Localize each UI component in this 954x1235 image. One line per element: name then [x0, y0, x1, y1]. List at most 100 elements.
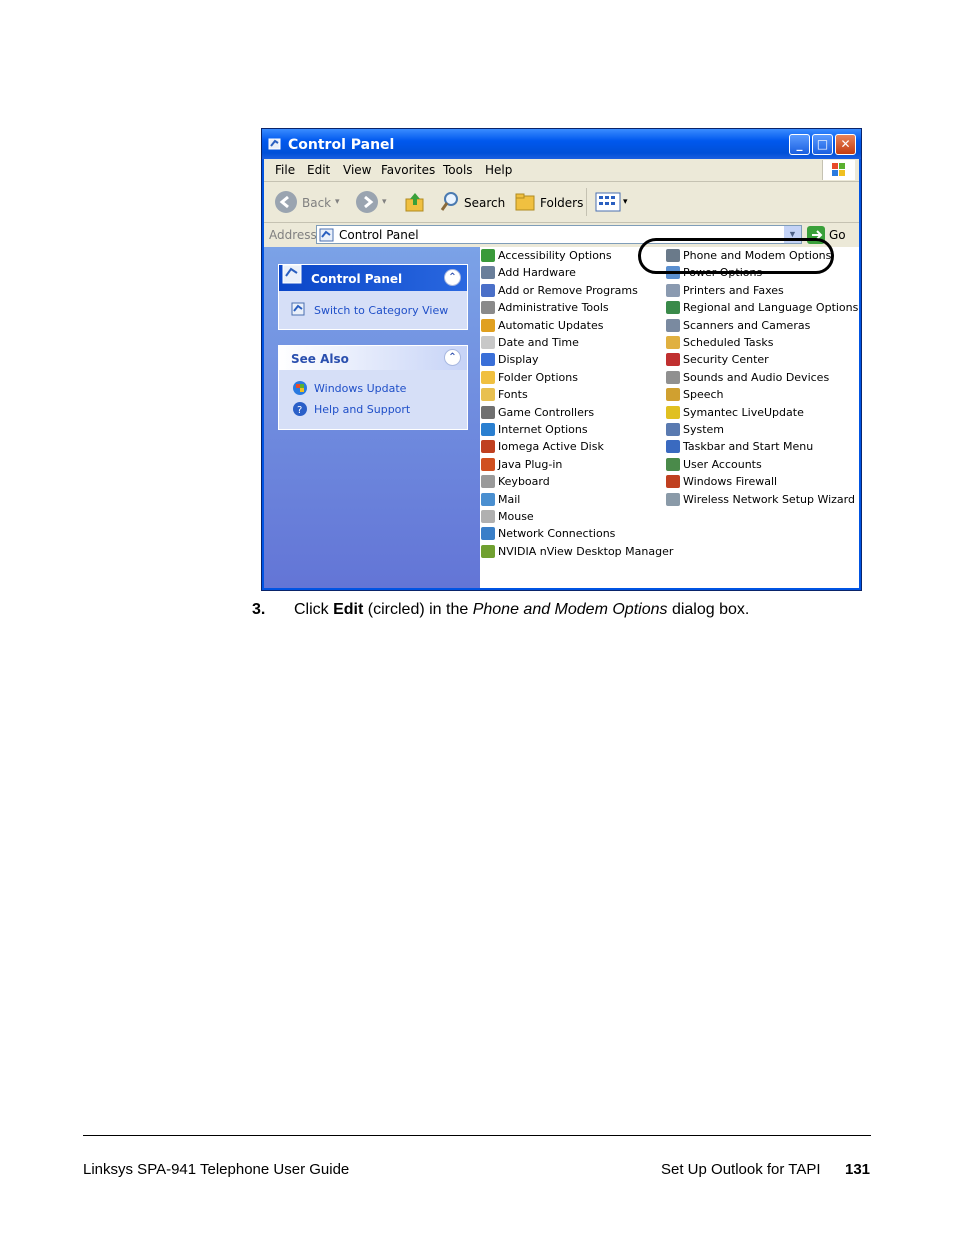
views-icon[interactable]	[595, 192, 623, 212]
control-panel-item-label: Scanners and Cameras	[683, 318, 811, 332]
control-panel-large-icon	[282, 264, 302, 284]
collapse-chevron-icon[interactable]: ⌃	[444, 349, 461, 366]
back-dropdown-icon[interactable]: ▾	[335, 197, 340, 207]
folders-icon[interactable]	[514, 192, 536, 212]
nvidia-icon	[481, 544, 495, 558]
windows-update-link[interactable]: Windows Update	[314, 382, 406, 395]
keyboard-icon	[481, 475, 495, 489]
search-icon[interactable]	[440, 191, 460, 213]
svg-text:?: ?	[297, 405, 302, 416]
page-number: 131	[845, 1161, 871, 1178]
wireless-icon	[666, 492, 680, 506]
control-panel-item-label: Display	[498, 353, 539, 367]
control-panel-icon	[319, 228, 334, 242]
hardware-icon	[481, 266, 495, 280]
tasks-icon	[666, 336, 680, 349]
display-icon	[481, 353, 495, 367]
control-panel-item-label: Mail	[498, 492, 521, 506]
footer-section-title: Set Up Outlook for TAPI	[661, 1161, 821, 1178]
network-icon	[481, 527, 495, 541]
help-icon: ?	[293, 402, 307, 416]
control-panel-item-label: Network Connections	[498, 527, 616, 541]
speech-icon	[666, 388, 680, 402]
menu-bar: File Edit View Favorites Tools Help	[264, 159, 859, 182]
close-button[interactable]: ✕	[835, 134, 856, 155]
control-panel-item-label: NVIDIA nView Desktop Manager	[498, 544, 674, 558]
menu-view[interactable]: View	[343, 163, 371, 177]
step-text-italic: Phone and Modem Options	[472, 601, 668, 618]
forward-dropdown-icon[interactable]: ▾	[382, 197, 387, 207]
control-panel-item-label: Accessibility Options	[498, 249, 612, 262]
control-panel-item-label: System	[683, 423, 725, 436]
see-also-section: See Also ⌃ Windows Update ? Help and Sup…	[278, 345, 468, 430]
scanner-icon	[666, 318, 680, 332]
admin-tools-icon	[481, 301, 495, 315]
title-bar[interactable]: Control Panel _ □ ✕	[262, 129, 861, 159]
toolbar: Back ▾ ▾ Search Folders ▾	[264, 182, 859, 223]
control-panel-item-label: Java Plug-in	[498, 457, 563, 471]
menu-file[interactable]: File	[275, 163, 295, 177]
step-text: Click Edit (circled) in the Phone and Mo…	[294, 601, 749, 619]
mail-icon	[481, 492, 495, 506]
speaker-icon	[666, 370, 680, 384]
highlight-circle	[638, 238, 834, 274]
menu-favorites[interactable]: Favorites	[381, 163, 435, 177]
search-button[interactable]: Search	[464, 196, 505, 210]
views-dropdown-icon[interactable]: ▾	[623, 197, 628, 207]
updates-icon	[481, 318, 495, 332]
category-view-icon	[291, 302, 305, 316]
menu-edit[interactable]: Edit	[307, 163, 330, 177]
taskbar-icon	[666, 440, 680, 454]
control-panel-item-label: Add or Remove Programs	[498, 283, 638, 297]
control-panel-item-label: Windows Firewall	[683, 475, 778, 489]
control-panel-item-label: Iomega Active Disk	[498, 440, 604, 454]
forward-arrow-icon[interactable]	[356, 191, 378, 213]
folders-button[interactable]: Folders	[540, 196, 583, 210]
step-number: 3.	[252, 601, 266, 618]
maximize-button[interactable]: □	[812, 134, 833, 155]
control-panel-item-label: Add Hardware	[498, 266, 576, 280]
system-icon	[666, 423, 680, 436]
users-icon	[666, 457, 680, 471]
go-button[interactable]: Go	[829, 228, 846, 242]
gamepad-icon	[481, 405, 495, 419]
globe-icon	[481, 423, 495, 436]
control-panel-item-label: Game Controllers	[498, 405, 595, 419]
minimize-button[interactable]: _	[789, 134, 810, 155]
control-panel-item-label: Keyboard	[498, 475, 550, 489]
control-panel-section: Control Panel ⌃ Switch to Category View	[278, 264, 468, 330]
control-panel-item-label: Speech	[683, 388, 724, 402]
control-panel-item-label: Folder Options	[498, 370, 578, 384]
control-panel-item-label: Date and Time	[498, 336, 579, 349]
back-button[interactable]: Back	[302, 196, 331, 210]
control-panel-item-label: Taskbar and Start Menu	[683, 440, 814, 454]
help-and-support-link[interactable]: Help and Support	[314, 403, 410, 416]
printer-icon	[666, 283, 680, 297]
menu-help[interactable]: Help	[485, 163, 512, 177]
collapse-chevron-icon[interactable]: ⌃	[444, 269, 461, 286]
control-panel-section-header: Control Panel ⌃	[279, 264, 467, 291]
control-panel-item-label: Sounds and Audio Devices	[683, 370, 830, 384]
see-also-header: See Also ⌃	[279, 346, 467, 370]
window-title: Control Panel	[288, 137, 395, 153]
see-also-title: See Also	[291, 352, 349, 366]
step-text-part: dialog box.	[667, 601, 750, 618]
footer-guide-title: Linksys SPA-941 Telephone User Guide	[83, 1161, 350, 1178]
control-panel-section-title: Control Panel	[311, 272, 403, 286]
control-panel-item-label: Scheduled Tasks	[683, 336, 774, 349]
shield-icon	[666, 353, 680, 367]
step-text-bold: Edit	[333, 601, 364, 618]
control-panel-item-label: Fonts	[498, 388, 528, 402]
toolbar-separator	[586, 188, 587, 216]
up-folder-icon[interactable]	[404, 191, 426, 213]
footer-rule	[83, 1135, 871, 1136]
back-arrow-icon[interactable]	[275, 191, 297, 213]
control-panel-item-label: Wireless Network Setup Wizard	[683, 492, 855, 506]
clock-icon	[481, 336, 495, 349]
switch-to-category-view-link[interactable]: Switch to Category View	[314, 304, 448, 317]
regional-icon	[666, 301, 680, 315]
address-value: Control Panel	[339, 228, 419, 242]
menu-tools[interactable]: Tools	[443, 163, 473, 177]
java-icon	[481, 457, 495, 471]
step-text-part: Click	[294, 601, 334, 618]
